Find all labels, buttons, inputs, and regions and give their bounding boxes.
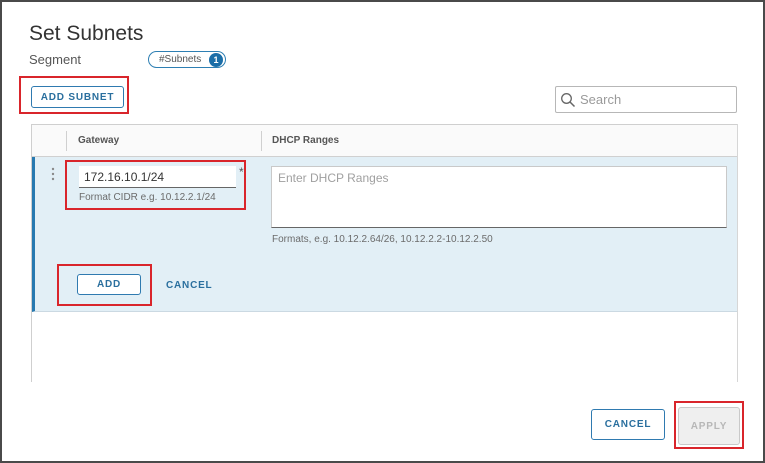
column-separator (261, 131, 262, 151)
gateway-highlight (65, 160, 246, 210)
column-separator (66, 131, 67, 151)
dhcp-helper-text: Formats, e.g. 10.12.2.64/26, 10.12.2.2-1… (272, 234, 493, 245)
search-input[interactable] (580, 90, 730, 109)
search-box[interactable] (555, 86, 737, 113)
search-icon (561, 93, 576, 108)
column-header-dhcp-ranges[interactable]: DHCP Ranges (272, 135, 339, 146)
apply-button[interactable]: APPLY (678, 407, 740, 445)
dialog-title: Set Subnets (29, 22, 144, 45)
add-row-button[interactable]: ADD (77, 274, 141, 295)
set-subnets-dialog: Set Subnets Segment #Subnets 1 ADD SUBNE… (0, 0, 765, 463)
grid-header: Gateway DHCP Ranges (32, 125, 737, 157)
cancel-row-button[interactable]: CANCEL (166, 280, 212, 291)
segment-label: Segment (29, 52, 82, 67)
dhcp-ranges-input[interactable] (271, 166, 727, 228)
row-actions-icon[interactable] (50, 167, 56, 181)
subnets-tag-label: #Subnets (159, 54, 202, 65)
subnets-count-badge: 1 (209, 53, 223, 67)
cancel-button[interactable]: CANCEL (591, 409, 665, 440)
add-subnet-button[interactable]: ADD SUBNET (31, 86, 124, 108)
column-header-gateway[interactable]: Gateway (78, 135, 119, 146)
grid-scrollbar[interactable] (737, 124, 738, 382)
subnets-tag[interactable]: #Subnets 1 (148, 51, 226, 68)
